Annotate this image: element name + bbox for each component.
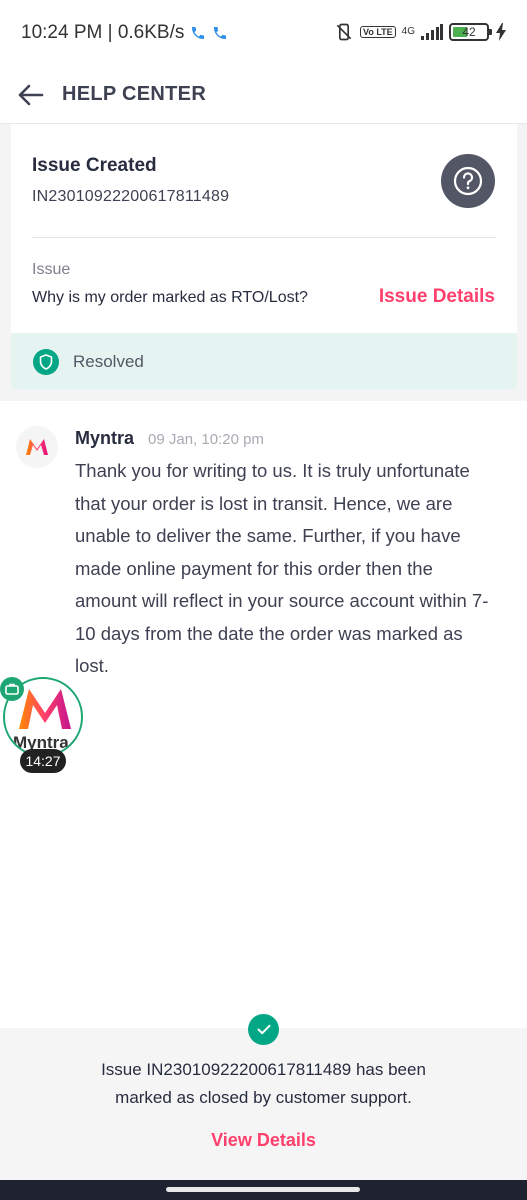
volte-icon: Vo LTE bbox=[359, 26, 396, 38]
page-title: HELP CENTER bbox=[62, 83, 207, 105]
issue-heading: Issue Created bbox=[32, 155, 157, 176]
charging-icon bbox=[496, 23, 506, 41]
app-header: HELP CENTER bbox=[0, 66, 527, 124]
divider bbox=[32, 237, 496, 238]
back-button[interactable] bbox=[16, 80, 46, 110]
myntra-logo-icon bbox=[26, 439, 48, 455]
issue-question: Why is my order marked as RTO/Lost? bbox=[32, 289, 308, 306]
arrow-left-icon bbox=[18, 84, 44, 105]
issue-details-link[interactable]: Issue Details bbox=[379, 286, 495, 308]
status-badge: Resolved bbox=[11, 333, 517, 390]
closed-message-line2: marked as closed by customer support. bbox=[115, 1088, 412, 1107]
check-icon bbox=[248, 1014, 279, 1045]
network-type: 4G bbox=[402, 27, 415, 37]
closed-message: Issue IN23010922200617811489 has been ma… bbox=[0, 1056, 527, 1112]
avatar bbox=[16, 426, 58, 468]
network-label: 4G bbox=[401, 26, 415, 37]
closed-notice: Issue IN23010922200617811489 has been ma… bbox=[0, 1014, 527, 1180]
vibrate-off-icon bbox=[336, 23, 352, 41]
call-icon bbox=[192, 27, 205, 39]
bubble-timer: 14:27 bbox=[20, 749, 66, 773]
message-timestamp: 09 Jan, 10:20 pm bbox=[148, 431, 264, 448]
home-gesture-handle[interactable] bbox=[166, 1187, 360, 1192]
help-button[interactable] bbox=[441, 154, 495, 208]
issue-card: Issue Created IN23010922200617811489 Iss… bbox=[11, 124, 517, 390]
briefcase-icon bbox=[0, 677, 24, 701]
status-bar: 10:24 PM | 0.6KB/s Vo LTE 4G 42 bbox=[0, 0, 527, 66]
issue-section: Issue Created IN23010922200617811489 Iss… bbox=[0, 124, 527, 401]
navigation-bar bbox=[0, 1180, 527, 1200]
sender-name: Myntra bbox=[75, 428, 135, 448]
myntra-logo-icon bbox=[19, 689, 71, 729]
call-icon bbox=[214, 27, 227, 39]
view-details-link[interactable]: View Details bbox=[0, 1130, 527, 1151]
message-body: Thank you for writing to us. It is truly… bbox=[75, 460, 489, 676]
battery-level: 42 bbox=[462, 25, 476, 39]
issue-id: IN23010922200617811489 bbox=[32, 188, 230, 205]
question-circle-icon bbox=[453, 166, 483, 196]
issue-label: Issue bbox=[32, 261, 71, 278]
shield-icon bbox=[33, 348, 59, 375]
status-time-speed: 10:24 PM | 0.6KB/s bbox=[21, 22, 185, 43]
status-right: Vo LTE 4G 42 bbox=[334, 22, 507, 42]
signal-icon bbox=[421, 24, 443, 40]
closed-message-line1: Issue IN23010922200617811489 has been bbox=[101, 1060, 426, 1079]
battery-icon: 42 bbox=[449, 23, 492, 41]
status-left: 10:24 PM | 0.6KB/s bbox=[21, 22, 228, 44]
status-text: Resolved bbox=[73, 351, 144, 371]
